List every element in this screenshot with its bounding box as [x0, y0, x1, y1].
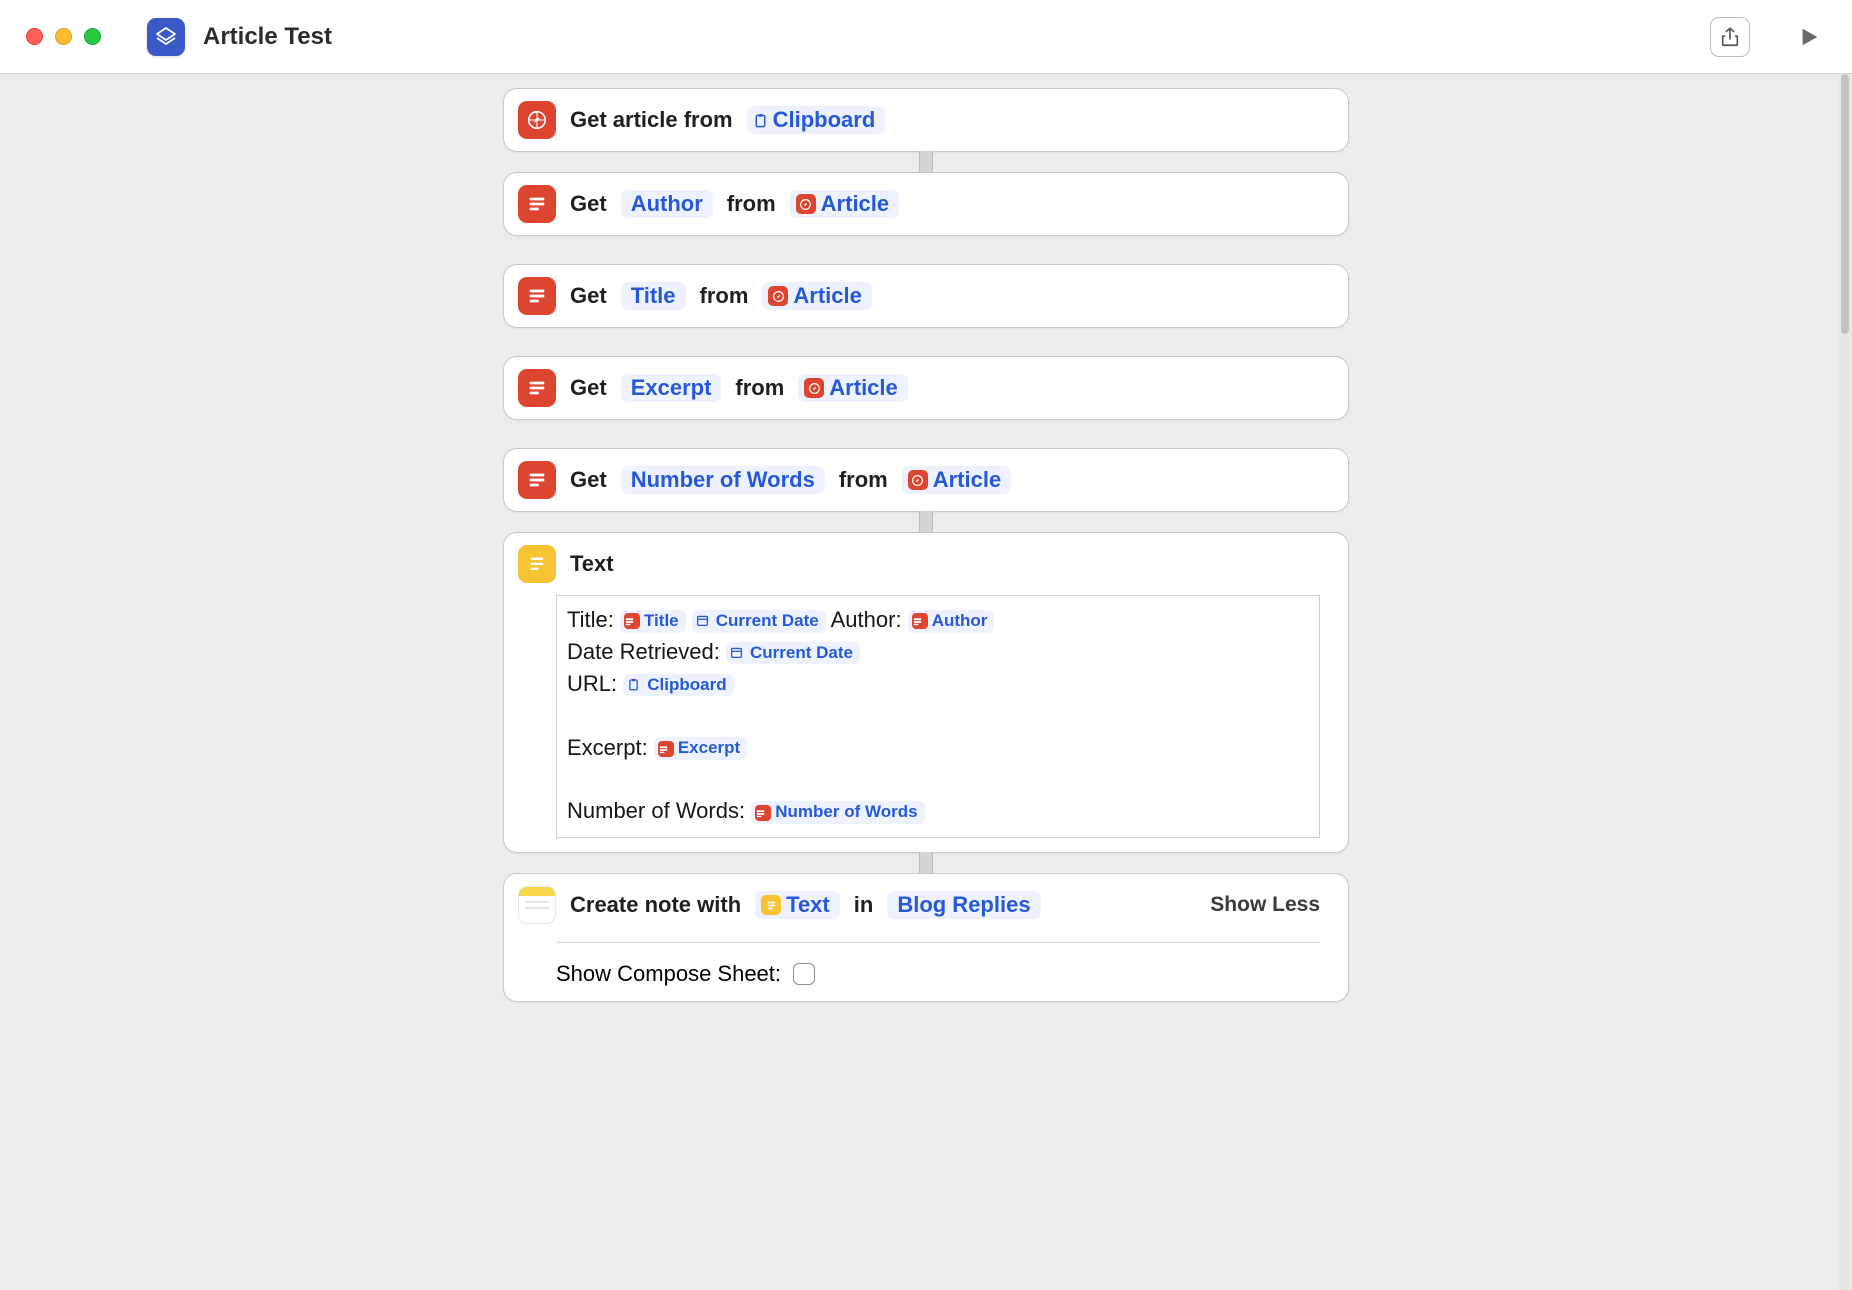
safari-icon [796, 194, 816, 214]
action-get-title[interactable]: Get Title from Article [503, 264, 1349, 328]
calendar-icon [730, 645, 746, 661]
connector [503, 512, 1349, 532]
connector [503, 853, 1349, 873]
parameter-author[interactable]: Author [621, 190, 713, 218]
variable-label: Current Date [750, 644, 853, 663]
variable-label: Clipboard [647, 676, 726, 695]
parameter-folder[interactable]: Blog Replies [887, 891, 1040, 919]
text-icon [518, 545, 556, 583]
action-label: from [727, 191, 776, 217]
text-label: Number of Words: [567, 798, 745, 823]
variable-article[interactable]: Article [790, 190, 899, 218]
variable-article[interactable]: Article [798, 374, 907, 402]
dictionary-icon [518, 277, 556, 315]
variable-label: Number of Words [775, 803, 917, 822]
variable-clipboard[interactable]: Clipboard [623, 674, 733, 697]
variable-clipboard[interactable]: Clipboard [747, 106, 886, 134]
action-label: Get [570, 467, 607, 493]
safari-icon [518, 101, 556, 139]
variable-current-date[interactable]: Current Date [692, 610, 826, 633]
scrollbar-thumb[interactable] [1841, 74, 1849, 334]
connector [503, 152, 1349, 172]
action-label: from [735, 375, 784, 401]
variable-label: Article [821, 193, 889, 215]
close-window-button[interactable] [26, 28, 43, 45]
dictionary-icon [624, 613, 640, 629]
clipboard-icon [627, 677, 643, 693]
variable-label: Article [829, 377, 897, 399]
run-button[interactable] [1788, 16, 1830, 58]
calendar-icon [696, 613, 712, 629]
window-title: Article Test [203, 23, 332, 51]
variable-label: Title [644, 612, 679, 631]
text-label: Author: [831, 607, 902, 632]
action-text[interactable]: Text Title: Title Current Date Author: A… [503, 532, 1349, 853]
parameter-title[interactable]: Title [621, 282, 686, 310]
variable-article[interactable]: Article [762, 282, 871, 310]
dictionary-icon [755, 805, 771, 821]
variable-label: Text [786, 894, 830, 916]
action-label: Get [570, 283, 607, 309]
window-controls [26, 28, 101, 45]
action-get-article[interactable]: Get article from Clipboard [503, 88, 1349, 152]
text-label: URL: [567, 671, 617, 696]
safari-icon [908, 470, 928, 490]
safari-icon [804, 378, 824, 398]
compose-sheet-label: Show Compose Sheet: [556, 961, 781, 987]
show-less-toggle[interactable]: Show Less [1210, 893, 1320, 917]
variable-text[interactable]: Text [755, 891, 840, 919]
notes-app-icon [518, 886, 556, 924]
share-button[interactable] [1710, 17, 1750, 57]
dictionary-icon [518, 461, 556, 499]
variable-excerpt[interactable]: Excerpt [654, 737, 747, 760]
dictionary-icon [658, 741, 674, 757]
dictionary-icon [912, 613, 928, 629]
action-get-excerpt[interactable]: Get Excerpt from Article [503, 356, 1349, 420]
variable-author[interactable]: Author [908, 610, 995, 633]
dictionary-icon [518, 185, 556, 223]
variable-article[interactable]: Article [902, 466, 1011, 494]
action-label: Text [570, 551, 614, 577]
variable-current-date[interactable]: Current Date [726, 642, 860, 665]
action-get-author[interactable]: Get Author from Article [503, 172, 1349, 236]
compose-sheet-checkbox[interactable] [793, 963, 815, 985]
action-label: from [839, 467, 888, 493]
action-label: Get article from [570, 107, 733, 133]
text-label: Date Retrieved: [567, 639, 720, 664]
action-label: from [700, 283, 749, 309]
text-label: Excerpt: [567, 735, 648, 760]
text-label: Title: [567, 607, 614, 632]
minimize-window-button[interactable] [55, 28, 72, 45]
shortcuts-app-icon [147, 18, 185, 56]
variable-label: Article [793, 285, 861, 307]
parameter-excerpt[interactable]: Excerpt [621, 374, 722, 402]
parameter-wordcount[interactable]: Number of Words [621, 466, 825, 494]
variable-label: Author [932, 612, 988, 631]
variable-title[interactable]: Title [620, 610, 686, 633]
action-label: Get [570, 191, 607, 217]
zoom-window-button[interactable] [84, 28, 101, 45]
scrollbar[interactable] [1839, 74, 1851, 1290]
workflow-canvas[interactable]: Get article from Clipboard Get Author fr… [0, 74, 1852, 1290]
action-label: in [854, 892, 874, 918]
variable-wordcount[interactable]: Number of Words [751, 801, 924, 824]
text-field[interactable]: Title: Title Current Date Author: Author… [556, 595, 1320, 838]
text-icon [761, 895, 781, 915]
clipboard-icon [753, 113, 768, 128]
variable-label: Clipboard [773, 109, 876, 131]
titlebar: Article Test [0, 0, 1852, 74]
variable-label: Excerpt [678, 739, 740, 758]
variable-label: Current Date [716, 612, 819, 631]
dictionary-icon [518, 369, 556, 407]
action-label: Create note with [570, 892, 741, 918]
action-create-note[interactable]: Create note with Text in Blog Replies Sh… [503, 873, 1349, 1002]
action-label: Get [570, 375, 607, 401]
divider [556, 942, 1320, 943]
variable-label: Article [933, 469, 1001, 491]
safari-icon [768, 286, 788, 306]
action-get-wordcount[interactable]: Get Number of Words from Article [503, 448, 1349, 512]
